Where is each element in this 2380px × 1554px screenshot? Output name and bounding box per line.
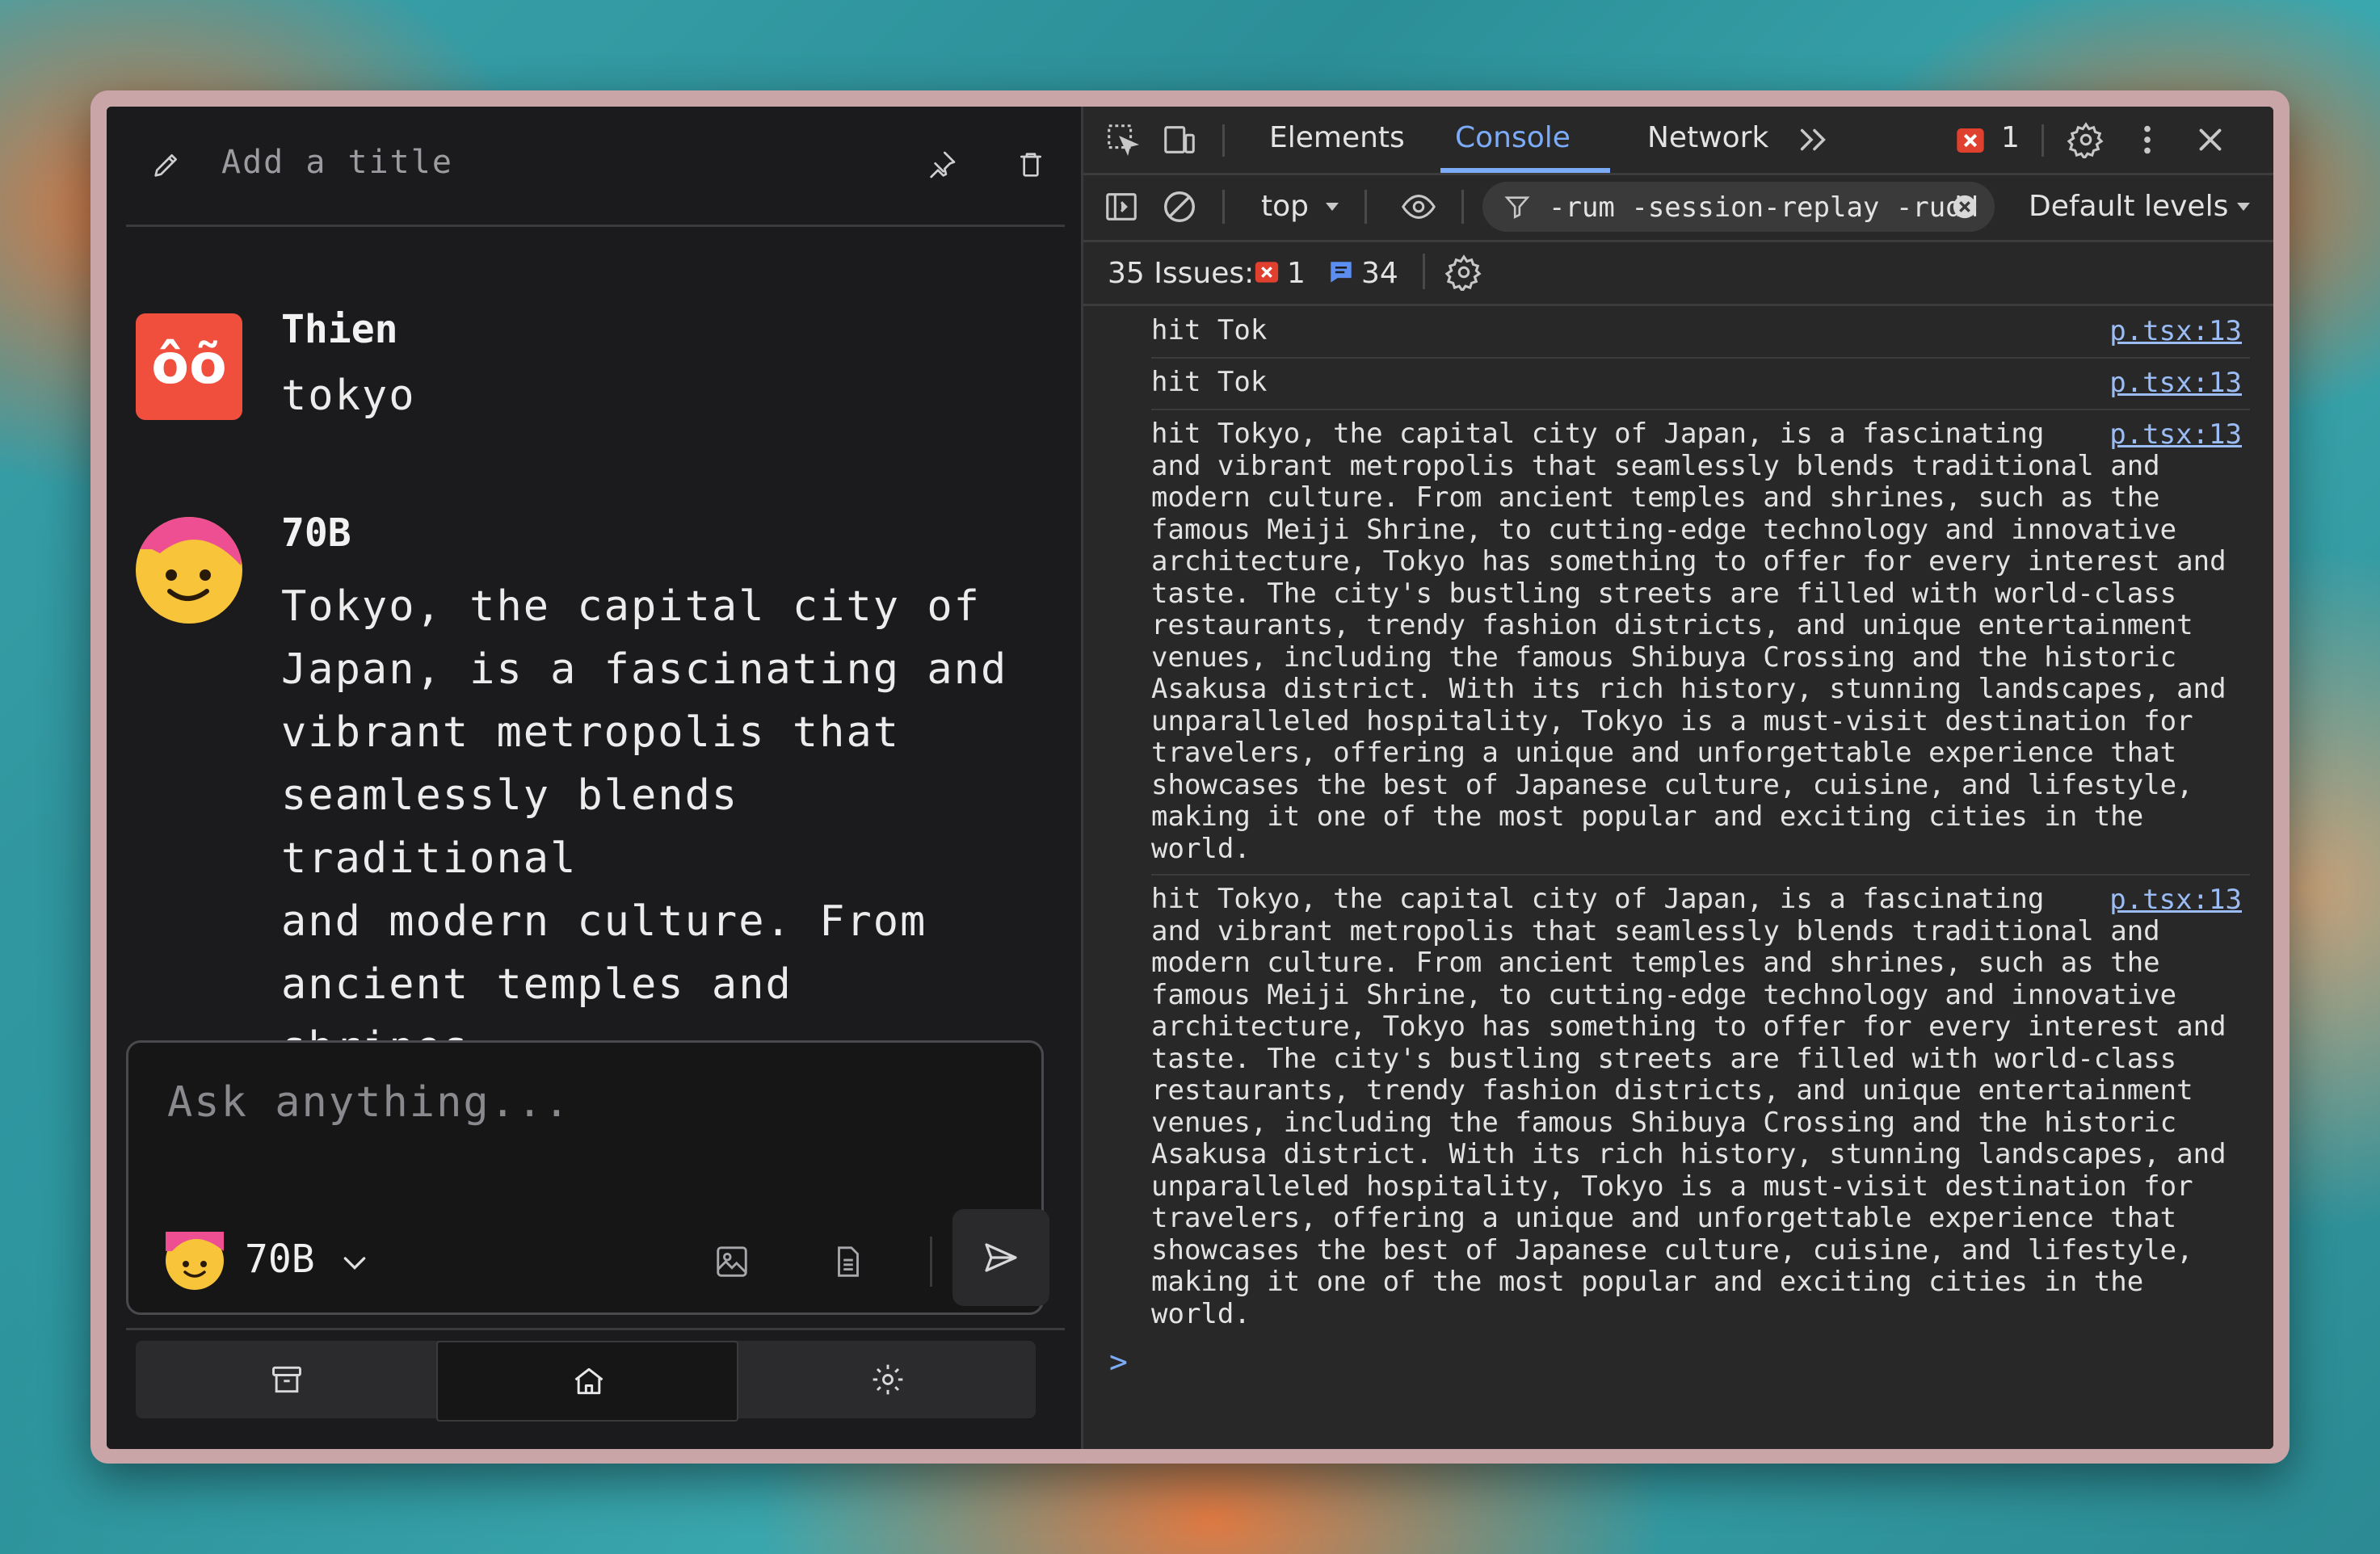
title-input[interactable]: Add a title bbox=[221, 144, 453, 181]
log-source-link[interactable]: p.tsx:13 bbox=[2109, 418, 2242, 451]
window-content: Add a title ôõ Thien tokyo 70B Tokyo, th… bbox=[107, 107, 2273, 1449]
log-row: hit Tokyo, the capital city of Japan, is… bbox=[1151, 876, 2250, 1339]
issues-bar: 35 Issues: 1 34 bbox=[1083, 242, 2273, 306]
log-message: hit Tok bbox=[1151, 314, 1268, 346]
toolbar-divider bbox=[1222, 190, 1225, 224]
composer-divider bbox=[930, 1237, 932, 1287]
nav-home[interactable] bbox=[436, 1341, 738, 1422]
close-icon[interactable] bbox=[2192, 121, 2229, 158]
log-message: hit Tok bbox=[1151, 366, 1268, 398]
log-source-link[interactable]: p.tsx:13 bbox=[2109, 315, 2242, 347]
chat-title-bar: Add a title bbox=[126, 107, 1065, 227]
filter-icon bbox=[1504, 196, 1530, 219]
devtools-panel: Elements Console Network 1 top -rum -ses… bbox=[1083, 107, 2273, 1449]
model-avatar-icon[interactable] bbox=[166, 1232, 224, 1290]
home-icon bbox=[574, 1367, 603, 1395]
settings-gear-icon[interactable] bbox=[2067, 121, 2105, 158]
clear-filter-icon[interactable] bbox=[1951, 193, 1978, 220]
trash-icon[interactable] bbox=[1015, 149, 1047, 181]
more-tabs-icon[interactable] bbox=[1794, 121, 1831, 158]
issues-error-count[interactable]: 1 bbox=[1287, 257, 1306, 290]
issue-error-icon[interactable] bbox=[1253, 258, 1280, 286]
log-row: hit Tok p.tsx:13 bbox=[1151, 359, 2250, 410]
active-tab-indicator bbox=[1440, 168, 1610, 173]
error-count[interactable]: 1 bbox=[2001, 121, 2020, 154]
console-prompt[interactable]: > bbox=[1109, 1344, 1128, 1380]
user-message: tokyo bbox=[281, 372, 416, 420]
inspect-element-icon[interactable] bbox=[1104, 121, 1142, 158]
model-selector[interactable]: 70B bbox=[245, 1237, 315, 1282]
log-levels-dropdown[interactable]: Default levels bbox=[2029, 190, 2228, 223]
user-avatar: ôõ bbox=[136, 313, 242, 420]
user-name: Thien bbox=[281, 307, 398, 352]
document-icon[interactable] bbox=[830, 1243, 867, 1280]
nav-divider bbox=[126, 1328, 1065, 1330]
device-toolbar-icon[interactable] bbox=[1161, 121, 1198, 158]
tabbar-divider bbox=[1222, 124, 1225, 157]
log-row: hit Tok p.tsx:13 bbox=[1151, 307, 2250, 359]
eye-icon[interactable] bbox=[1400, 188, 1437, 225]
composer: Ask anything... 70B bbox=[126, 1040, 1049, 1315]
log-message: hit Tokyo, the capital city of Japan, is… bbox=[1151, 418, 2227, 865]
caret-down-icon[interactable] bbox=[1322, 200, 1342, 216]
tab-console[interactable]: Console bbox=[1455, 121, 1571, 154]
toolbar-divider-3 bbox=[1461, 190, 1464, 224]
send-icon bbox=[985, 1243, 1017, 1272]
context-selector[interactable]: top bbox=[1261, 190, 1309, 223]
archive-icon bbox=[272, 1366, 301, 1393]
issue-info-icon[interactable] bbox=[1327, 258, 1355, 286]
send-button[interactable] bbox=[952, 1209, 1049, 1306]
app-window: Add a title ôõ Thien tokyo 70B Tokyo, th… bbox=[90, 90, 2290, 1464]
issues-label: 35 Issues: bbox=[1108, 257, 1255, 290]
chat-panel: Add a title ôõ Thien tokyo 70B Tokyo, th… bbox=[107, 107, 1081, 1449]
levels-caret-icon[interactable] bbox=[2234, 200, 2253, 216]
ask-input[interactable]: Ask anything... bbox=[167, 1078, 571, 1127]
clear-console-icon[interactable] bbox=[1161, 188, 1198, 225]
devtools-tabbar: Elements Console Network 1 bbox=[1083, 107, 2273, 175]
issues-settings-icon[interactable] bbox=[1445, 254, 1482, 291]
log-source-link[interactable]: p.tsx:13 bbox=[2109, 367, 2242, 399]
filter-input[interactable]: -rum -session-replay -rudd bbox=[1482, 182, 1995, 232]
issues-info-count[interactable]: 34 bbox=[1361, 257, 1398, 290]
log-message: hit Tokyo, the capital city of Japan, is… bbox=[1151, 883, 2227, 1330]
issues-divider bbox=[1423, 254, 1425, 289]
gear-icon bbox=[873, 1364, 903, 1395]
chevron-down-icon[interactable] bbox=[338, 1246, 371, 1279]
bot-avatar bbox=[136, 517, 242, 624]
tab-network[interactable]: Network bbox=[1647, 121, 1768, 154]
sidebar-toggle-icon[interactable] bbox=[1103, 188, 1140, 225]
log-source-link[interactable]: p.tsx:13 bbox=[2109, 884, 2242, 916]
kebab-menu-icon[interactable] bbox=[2129, 121, 2166, 158]
smiley-icon bbox=[136, 517, 242, 601]
pencil-icon bbox=[154, 154, 177, 177]
tabbar-divider-2 bbox=[2042, 124, 2044, 157]
log-row: hit Tokyo, the capital city of Japan, is… bbox=[1151, 410, 2250, 876]
image-upload-icon[interactable] bbox=[713, 1243, 751, 1280]
nav-archive[interactable] bbox=[136, 1341, 435, 1418]
filter-text: -rum -session-replay -rudd bbox=[1549, 191, 1979, 224]
nav-settings[interactable] bbox=[737, 1341, 1036, 1418]
console-toolbar: top -rum -session-replay -rudd Default l… bbox=[1083, 175, 2273, 242]
toolbar-divider-2 bbox=[1365, 190, 1367, 224]
tab-elements[interactable]: Elements bbox=[1269, 121, 1405, 154]
error-badge-icon[interactable] bbox=[1954, 124, 1987, 157]
pin-icon[interactable] bbox=[926, 149, 958, 181]
bot-name: 70B bbox=[281, 510, 351, 556]
bottom-nav bbox=[136, 1341, 1036, 1422]
